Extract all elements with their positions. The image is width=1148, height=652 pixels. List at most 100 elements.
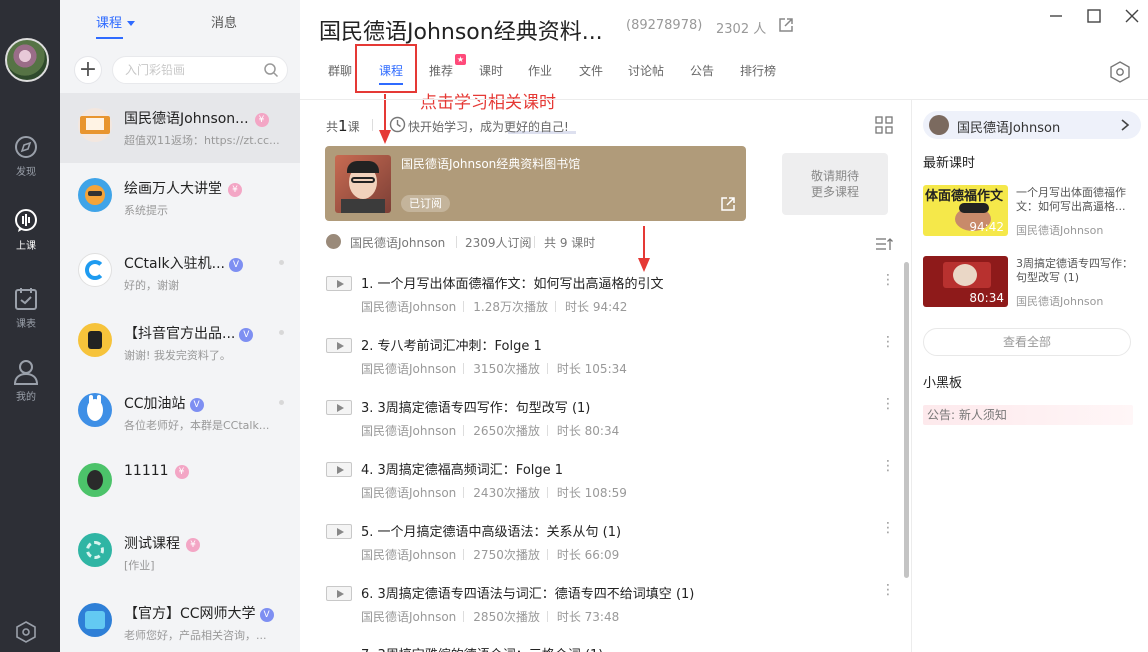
tab-recommend[interactable]: 推荐 xyxy=(429,62,453,79)
close-icon[interactable] xyxy=(1124,8,1140,24)
external-link-icon[interactable] xyxy=(720,196,736,212)
app-window: 发现 上课 课表 我的 课程 消息 + 入门彩铅画 国民德语Johnson...… xyxy=(0,0,1148,652)
latest-lesson-title: 3周搞定德语专四写作：句型改写 (1) xyxy=(1016,257,1133,284)
lesson-row[interactable]: 1. 一个月写出体面德福作文：如何写出高逼格的引文 国民德语Johnson 1.2… xyxy=(326,268,895,328)
lesson-row[interactable]: 7. 3周搞定雅缩的德语介词：三格介词 (1) xyxy=(326,640,886,652)
arrow-down-icon xyxy=(638,226,650,272)
paid-badge-icon: ¥ xyxy=(174,465,189,479)
lesson-row[interactable]: 2. 专八考前词汇冲刺：Folge 1 国民德语Johnson 3150次播放 时长… xyxy=(326,330,895,390)
latest-lesson-author: 国民德语Johnson xyxy=(1016,295,1104,308)
lesson-title: 1. 一个月写出体面德福作文：如何写出高逼格的引文 xyxy=(361,277,664,292)
conversation-avatar xyxy=(78,393,112,427)
minimize-icon[interactable] xyxy=(1048,8,1064,24)
grid-view-icon[interactable] xyxy=(875,116,893,134)
lesson-title: 3. 3周搞定德语专四写作：句型改写 (1) xyxy=(361,401,591,416)
lesson-row[interactable]: 5. 一个月搞定德语中高级语法：关系从句 (1) 国民德语Johnson 2750… xyxy=(326,516,895,576)
maximize-icon[interactable] xyxy=(1086,8,1102,24)
course-card[interactable]: 国民德语Johnson经典资料图书馆 已订阅 xyxy=(325,146,746,221)
lesson-meta: 国民德语Johnson 2430次播放 时长 108:59 xyxy=(361,486,627,500)
owner-chip[interactable]: 国民德语Johnson xyxy=(923,111,1141,139)
scrollbar[interactable] xyxy=(904,262,909,578)
lesson-title: 5. 一个月搞定德语中高级语法：关系从句 (1) xyxy=(361,525,622,540)
tab-chat[interactable]: 群聊 xyxy=(328,62,352,79)
play-icon[interactable] xyxy=(326,586,352,601)
course-card-title: 国民德语Johnson经典资料图书馆 xyxy=(401,157,581,171)
conversation-item[interactable]: CCtalk入驻机... V 好的，谢谢 xyxy=(60,238,300,308)
more-options-icon[interactable]: ⋮ xyxy=(881,520,895,536)
search-input[interactable] xyxy=(125,57,265,83)
play-icon[interactable] xyxy=(326,462,352,477)
play-icon[interactable] xyxy=(326,276,352,291)
lesson-meta: 国民德语Johnson 1.28万次播放 时长 94:42 xyxy=(361,300,628,314)
see-all-button[interactable]: 查看全部 xyxy=(923,328,1131,356)
conversation-tabs: 课程 消息 xyxy=(60,12,300,39)
lesson-row[interactable]: 3. 3周搞定德语专四写作：句型改写 (1) 国民德语Johnson 2650次播… xyxy=(326,392,895,452)
more-options-icon[interactable]: ⋮ xyxy=(881,334,895,350)
tab-discussions[interactable]: 讨论帖 xyxy=(628,62,664,79)
tab-files[interactable]: 文件 xyxy=(579,62,603,79)
tab-lessons[interactable]: 课时 xyxy=(479,62,503,79)
play-icon[interactable] xyxy=(326,524,352,539)
add-button[interactable]: + xyxy=(74,56,102,84)
conversation-item[interactable]: 【抖音官方出品... V 谢谢! 我发完资料了。 xyxy=(60,308,300,378)
owner-avatar xyxy=(929,115,949,135)
rail-schedule[interactable]: 课表 xyxy=(0,286,52,330)
more-options-icon[interactable]: ⋮ xyxy=(881,396,895,412)
tab-announcements[interactable]: 公告 xyxy=(690,62,714,79)
slogan-text: 快开始学习，成为更好的自己! xyxy=(408,120,569,134)
latest-lesson-item[interactable]: 80:34 3周搞定德语专四写作：句型改写 (1) 国民德语Johnson xyxy=(923,256,1143,310)
conversation-item[interactable]: 测试课程 ¥ [作业] xyxy=(60,518,300,588)
tab-courses[interactable]: 课程 xyxy=(96,12,136,39)
user-avatar[interactable] xyxy=(5,38,49,82)
more-options-icon[interactable]: ⋮ xyxy=(881,582,895,598)
plus-icon: + xyxy=(78,57,98,82)
lesson-duration: 80:34 xyxy=(969,291,1004,305)
lesson-meta: 国民德语Johnson 3150次播放 时长 105:34 xyxy=(361,362,627,376)
conversation-item[interactable]: 11111 ¥ xyxy=(60,448,300,518)
conversation-item[interactable]: CC加油站 V 各位老师好，本群是CCtalk... xyxy=(60,378,300,448)
tab-messages[interactable]: 消息 xyxy=(211,12,237,31)
play-icon[interactable] xyxy=(326,338,352,353)
rail-me[interactable]: 我的 xyxy=(0,359,52,403)
conversation-list: 课程 消息 + 国民德语Johnson...¥ 超值双11返场：https://… xyxy=(60,0,300,652)
tab-homework[interactable]: 作业 xyxy=(528,62,552,79)
lesson-title: 7. 3周搞定雅缩的德语介词：三格介词 (1) xyxy=(361,644,603,652)
group-settings-icon[interactable] xyxy=(1108,60,1132,84)
conversation-item[interactable]: 国民德语Johnson... ¥ 超值双11返场：https://zt.cc... xyxy=(60,93,300,163)
conversation-name: 绘画万人大讲堂 ¥ xyxy=(124,178,242,198)
conversation-item[interactable]: 【官方】CC网师大学 V 老师您好，产品相关咨询，... xyxy=(60,588,300,652)
rail-label-me: 我的 xyxy=(16,392,36,403)
more-options-icon[interactable]: ⋮ xyxy=(881,458,895,474)
rail-classes[interactable]: 上课 xyxy=(0,208,52,252)
notice-item[interactable]: 公告: 新人须知 xyxy=(923,405,1133,425)
pane-divider xyxy=(911,100,912,652)
latest-lesson-item[interactable]: 体面德福作文 94:42 一个月写出体面德福作文：如何写出高逼格... 国民德语… xyxy=(923,185,1143,239)
tab-leaderboard[interactable]: 排行榜 xyxy=(740,62,776,79)
lesson-row[interactable]: 6. 3周搞定德语专四语法与词汇：德语专四不给词填空 (1) 国民德语Johns… xyxy=(326,578,895,638)
more-options-icon[interactable]: ⋮ xyxy=(881,272,895,288)
unread-dot xyxy=(279,330,284,335)
settings-button[interactable] xyxy=(14,620,38,648)
conversation-name: 测试课程 ¥ xyxy=(124,533,200,553)
paid-badge-icon: ¥ xyxy=(186,538,200,552)
lesson-title: 4. 3周搞定德福高频词汇：Folge 1 xyxy=(361,463,564,478)
verified-badge-icon: V xyxy=(259,608,274,622)
lesson-meta: 国民德语Johnson 2850次播放 时长 73:48 xyxy=(361,610,620,624)
lesson-thumbnail: 80:34 xyxy=(923,256,1008,307)
external-link-icon[interactable] xyxy=(778,17,794,33)
star-badge-icon: ★ xyxy=(455,54,466,65)
lesson-meta: 国民德语Johnson 2750次播放 时长 66:09 xyxy=(361,548,620,562)
rail-discover[interactable]: 发现 xyxy=(0,134,52,178)
conversation-item[interactable]: 绘画万人大讲堂 ¥ 系统提示 xyxy=(60,163,300,233)
search-icon[interactable] xyxy=(263,62,279,78)
member-count: 2302 人 xyxy=(716,22,767,37)
conversation-avatar xyxy=(78,603,112,637)
play-icon[interactable] xyxy=(326,400,352,415)
sort-icon[interactable] xyxy=(875,236,893,252)
unread-dot xyxy=(279,400,284,405)
lesson-row[interactable]: 4. 3周搞定德福高频词汇：Folge 1 国民德语Johnson 2430次播放… xyxy=(326,454,895,514)
conversation-preview: 老师您好，产品相关咨询，... xyxy=(124,629,267,642)
lesson-thumbnail: 体面德福作文 94:42 xyxy=(923,185,1008,236)
verified-badge-icon: V xyxy=(239,328,254,342)
subscribed-badge: 已订阅 xyxy=(401,195,450,212)
